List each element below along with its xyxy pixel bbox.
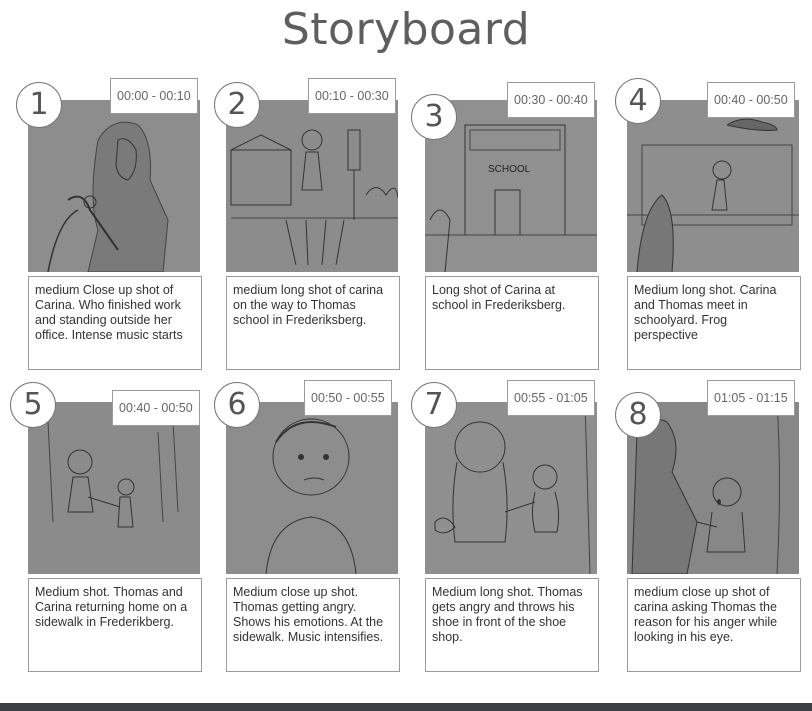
panel-caption: Medium close up shot. Thomas getting ang…	[226, 578, 400, 672]
panel-caption: Medium long shot. Carina and Thomas meet…	[627, 276, 801, 370]
sketch-image-2	[226, 100, 398, 272]
sketch-image-6	[226, 402, 398, 574]
school-sign-text: SCHOOL	[488, 164, 531, 175]
panel-caption: Medium shot. Thomas and Carina returning…	[28, 578, 202, 672]
storyboard-panel-2: 2 00:10 - 00:30 medium long shot of cari…	[214, 78, 400, 372]
storyboard-panel-3: SCHOOL 3 00:30 - 00:40 Long shot of Cari…	[411, 82, 599, 372]
storyboard-panel-1: 1 00:00 - 00:10 medium Close up shot of …	[16, 78, 202, 372]
footer-bar	[0, 703, 812, 711]
sketch-image-4	[627, 100, 799, 272]
panel-number-badge: 8	[615, 392, 661, 438]
panel-number-badge: 1	[16, 82, 62, 128]
panel-timecode: 01:05 - 01:15	[707, 380, 795, 416]
panel-timecode: 00:30 - 00:40	[507, 82, 595, 118]
panel-timecode: 00:00 - 00:10	[110, 78, 198, 114]
panel-number-badge: 6	[214, 382, 260, 428]
storyboard-panel-6: 6 00:50 - 00:55 Medium close up shot. Th…	[214, 380, 400, 674]
panel-number-badge: 5	[10, 382, 56, 428]
page-title: Storyboard	[281, 4, 531, 55]
sketch-image-1	[28, 100, 200, 272]
storyboard-panel-7: 7 00:55 - 01:05 Medium long shot. Thomas…	[411, 380, 599, 674]
panel-timecode: 00:40 - 00:50	[707, 82, 795, 118]
panel-caption: medium long shot of carina on the way to…	[226, 276, 400, 370]
panel-timecode: 00:40 - 00:50	[112, 390, 200, 426]
sketch-image-7	[425, 402, 597, 574]
panel-caption: Long shot of Carina at school in Frederi…	[425, 276, 599, 370]
storyboard-panel-4: 4 00:40 - 00:50 Medium long shot. Carina…	[615, 78, 801, 372]
panel-number-badge: 7	[411, 382, 457, 428]
storyboard-panel-5: 5 00:40 - 00:50 Medium shot. Thomas and …	[10, 382, 202, 674]
sketch-image-5	[28, 402, 200, 574]
panel-timecode: 00:10 - 00:30	[308, 78, 396, 114]
panel-caption: medium Close up shot of Carina. Who fini…	[28, 276, 202, 370]
panel-caption: medium close up shot of carina asking Th…	[627, 578, 801, 672]
panel-timecode: 00:50 - 00:55	[304, 380, 392, 416]
panel-number-badge: 2	[214, 82, 260, 128]
storyboard-panel-8: 8 01:05 - 01:15 medium close up shot of …	[615, 380, 801, 674]
panel-caption: Medium long shot. Thomas gets angry and …	[425, 578, 599, 672]
panel-timecode: 00:55 - 01:05	[507, 380, 595, 416]
panel-number-badge: 4	[615, 78, 661, 124]
panel-number-badge: 3	[411, 94, 457, 140]
